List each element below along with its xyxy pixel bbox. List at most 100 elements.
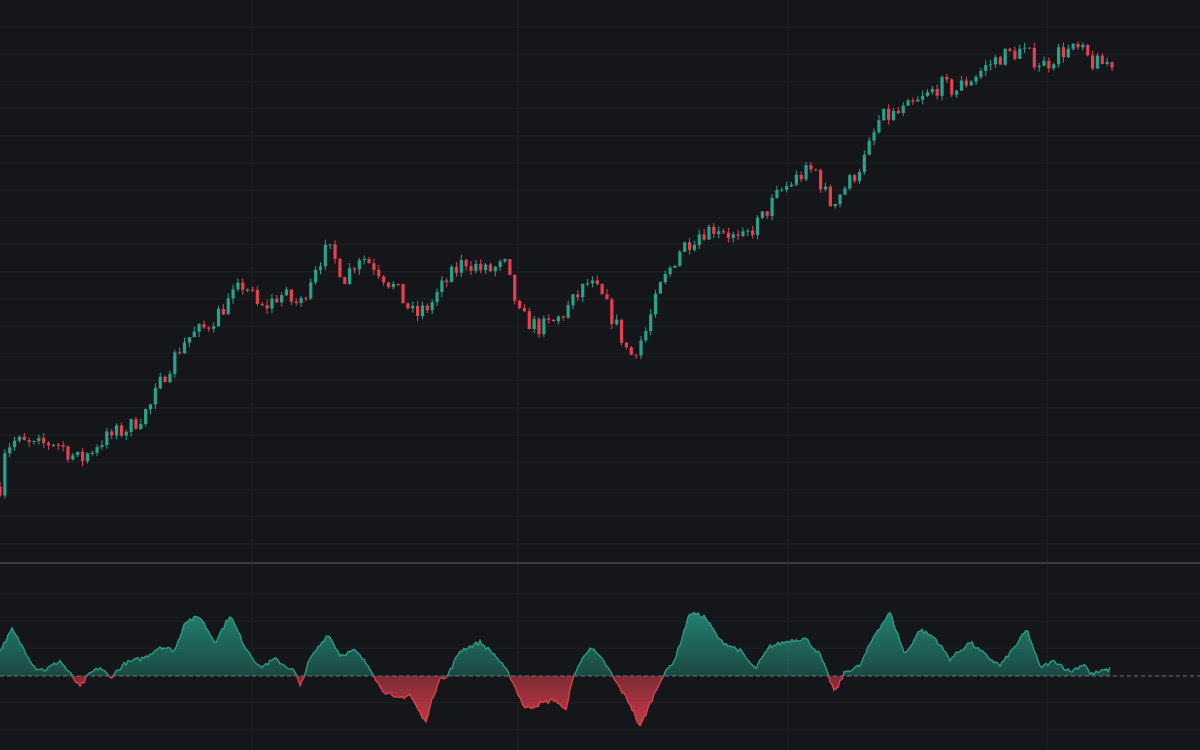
candle-body xyxy=(760,211,764,218)
candle-body xyxy=(925,92,930,96)
candle xyxy=(454,261,459,277)
candle-body xyxy=(314,269,318,283)
candle-body xyxy=(1066,48,1070,58)
candle-body xyxy=(585,283,590,285)
candle-body xyxy=(401,284,405,304)
candle xyxy=(901,101,905,117)
candle-body xyxy=(984,65,988,71)
candle xyxy=(280,292,284,307)
candle xyxy=(241,278,245,295)
candle xyxy=(260,301,264,307)
candle xyxy=(624,341,629,349)
candle-body xyxy=(1018,48,1022,59)
candle-body xyxy=(576,294,580,298)
candle xyxy=(1081,42,1085,51)
chart-canvas[interactable] xyxy=(0,0,1200,750)
candle-body xyxy=(435,291,439,303)
candle-body xyxy=(372,263,376,270)
candle xyxy=(445,277,449,288)
candle-body xyxy=(270,298,274,309)
candle xyxy=(226,293,230,315)
candle xyxy=(862,150,866,175)
candle xyxy=(780,187,784,193)
oscillator-series xyxy=(0,611,1200,727)
candle-body xyxy=(488,264,493,272)
candle xyxy=(964,77,968,88)
candle xyxy=(372,258,376,276)
candle xyxy=(731,231,735,243)
candle-body xyxy=(260,303,264,306)
candle xyxy=(1008,47,1012,53)
candle-body xyxy=(1027,47,1032,49)
candle-body xyxy=(17,436,22,441)
candle-body xyxy=(338,258,342,278)
candle-body xyxy=(8,447,12,454)
candle xyxy=(1042,56,1046,66)
candle xyxy=(789,181,794,188)
candle-body xyxy=(624,342,629,348)
candle xyxy=(411,301,415,313)
candle-body xyxy=(464,260,468,267)
candle xyxy=(420,302,425,320)
candle-body xyxy=(1086,44,1090,56)
candle-body xyxy=(71,455,75,460)
candle xyxy=(882,108,886,121)
candle-body xyxy=(304,297,308,299)
candle-body xyxy=(85,453,90,462)
candle xyxy=(32,440,36,445)
candle xyxy=(799,171,803,183)
candle xyxy=(309,278,313,300)
candle-body xyxy=(27,440,31,442)
candle xyxy=(707,224,711,240)
candle-body xyxy=(61,445,65,447)
candle-body xyxy=(192,331,196,338)
candle xyxy=(940,75,944,100)
candle-body xyxy=(770,197,774,216)
candle-body xyxy=(717,231,721,234)
candle-body xyxy=(241,282,245,290)
candle-body xyxy=(853,175,857,181)
candle xyxy=(736,229,740,240)
candle xyxy=(935,84,939,100)
candle xyxy=(114,423,119,440)
candle-body xyxy=(66,446,70,460)
candle xyxy=(396,283,400,287)
candle-body xyxy=(702,234,706,240)
candle-body xyxy=(187,337,191,343)
candle xyxy=(202,320,206,329)
candle-body xyxy=(289,289,293,302)
candle xyxy=(663,270,667,285)
candle xyxy=(843,186,847,196)
candle xyxy=(270,293,274,314)
candle-body xyxy=(1032,48,1036,68)
candle xyxy=(27,437,31,447)
candle-body xyxy=(1052,64,1056,69)
candle-body xyxy=(649,314,653,332)
candle-body xyxy=(396,283,400,285)
candle xyxy=(71,452,75,461)
candle-body xyxy=(182,342,187,354)
candle xyxy=(634,354,638,359)
candle-body xyxy=(459,260,463,273)
candle xyxy=(819,168,823,193)
candle xyxy=(547,314,551,324)
candle xyxy=(925,89,930,98)
candle-body xyxy=(483,264,488,271)
candle xyxy=(532,315,536,334)
candle-body xyxy=(998,57,1002,65)
candle xyxy=(998,55,1002,65)
candle xyxy=(1056,43,1061,68)
candle-body xyxy=(1095,55,1100,69)
candle xyxy=(517,299,522,310)
candle-body xyxy=(644,331,648,341)
candle-body xyxy=(843,188,847,195)
candle xyxy=(1013,46,1017,61)
candle xyxy=(328,244,332,249)
candle-body xyxy=(56,444,60,446)
candle xyxy=(275,295,279,304)
candle-body xyxy=(0,486,2,496)
candle xyxy=(163,375,167,383)
candle-body xyxy=(493,266,497,272)
candle xyxy=(751,225,755,239)
candle xyxy=(207,326,211,332)
